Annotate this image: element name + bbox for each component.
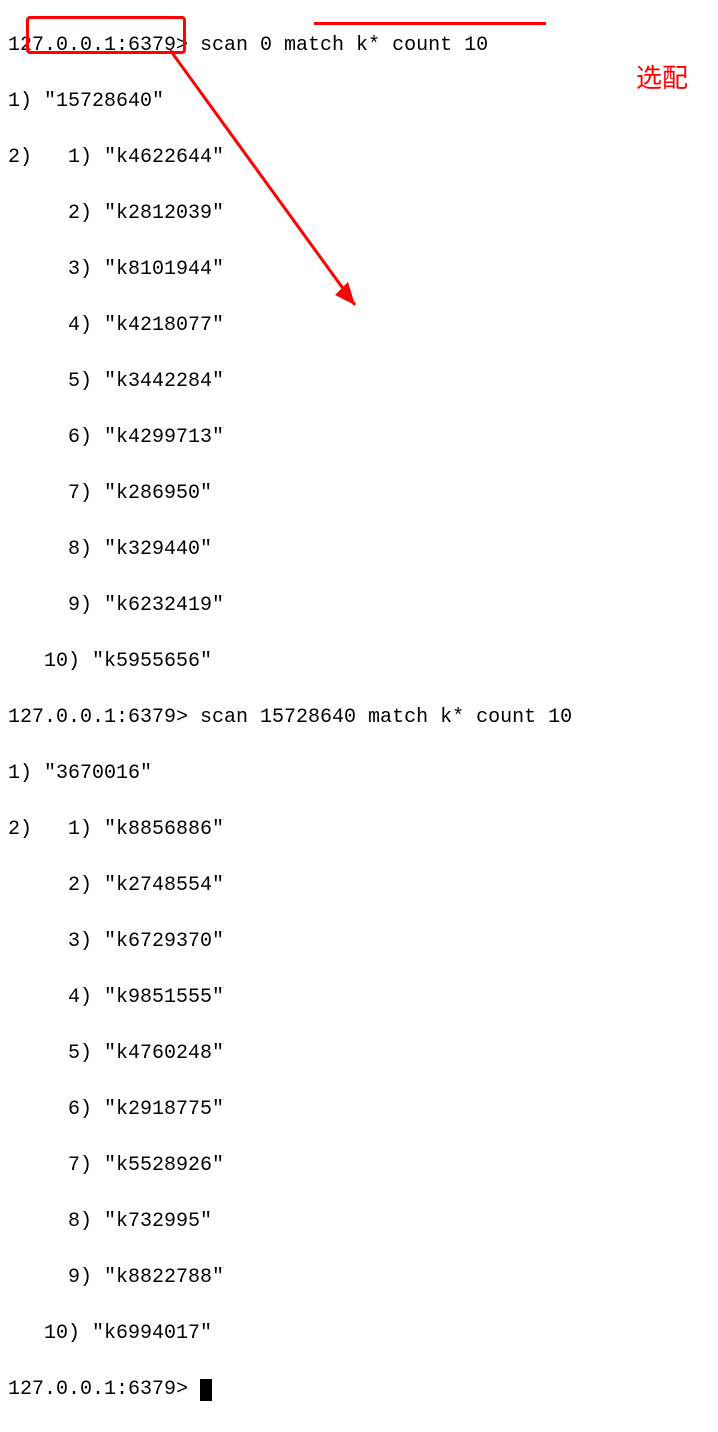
list-item: 2) 1) "k8856886" xyxy=(8,816,710,844)
list-item: 3) "k8101944" xyxy=(8,256,710,284)
list-item: 2) "k2812039" xyxy=(8,200,710,228)
list-item: 3) "k6729370" xyxy=(8,928,710,956)
list-item: 4) "k4218077" xyxy=(8,312,710,340)
list-item: 6) "k4299713" xyxy=(8,424,710,452)
list-item: 10) "k5955656" xyxy=(8,648,710,676)
command-line-2: 127.0.0.1:6379> scan 15728640 match k* c… xyxy=(8,704,710,732)
list-item: 10) "k6994017" xyxy=(8,1320,710,1348)
list-item: 2) 1) "k4622644" xyxy=(8,144,710,172)
command-line-3[interactable]: 127.0.0.1:6379> xyxy=(8,1376,710,1404)
list-item: 7) "k286950" xyxy=(8,480,710,508)
prompt: 127.0.0.1:6379> xyxy=(8,34,200,57)
command-line-1: 127.0.0.1:6379> scan 0 match k* count 10 xyxy=(8,32,710,60)
list-item: 4) "k9851555" xyxy=(8,984,710,1012)
cursor-icon xyxy=(200,1379,212,1401)
list-item: 5) "k4760248" xyxy=(8,1040,710,1068)
command-text: scan 0 match k* count 10 xyxy=(200,34,488,57)
result-cursor-1: 1) "15728640" xyxy=(8,88,710,116)
list-item: 6) "k2918775" xyxy=(8,1096,710,1124)
list-item: 8) "k329440" xyxy=(8,536,710,564)
list-item: 5) "k3442284" xyxy=(8,368,710,396)
result-cursor-2: 1) "3670016" xyxy=(8,760,710,788)
prompt: 127.0.0.1:6379> xyxy=(8,706,200,729)
command-text: scan 15728640 match k* count 10 xyxy=(200,706,572,729)
annotation-label: 选配 xyxy=(636,60,688,96)
list-item: 9) "k6232419" xyxy=(8,592,710,620)
prompt: 127.0.0.1:6379> xyxy=(8,1378,200,1401)
list-item: 2) "k2748554" xyxy=(8,872,710,900)
terminal-output: 127.0.0.1:6379> scan 0 match k* count 10… xyxy=(8,4,710,1432)
list-item: 7) "k5528926" xyxy=(8,1152,710,1180)
list-item: 9) "k8822788" xyxy=(8,1264,710,1292)
list-item: 8) "k732995" xyxy=(8,1208,710,1236)
